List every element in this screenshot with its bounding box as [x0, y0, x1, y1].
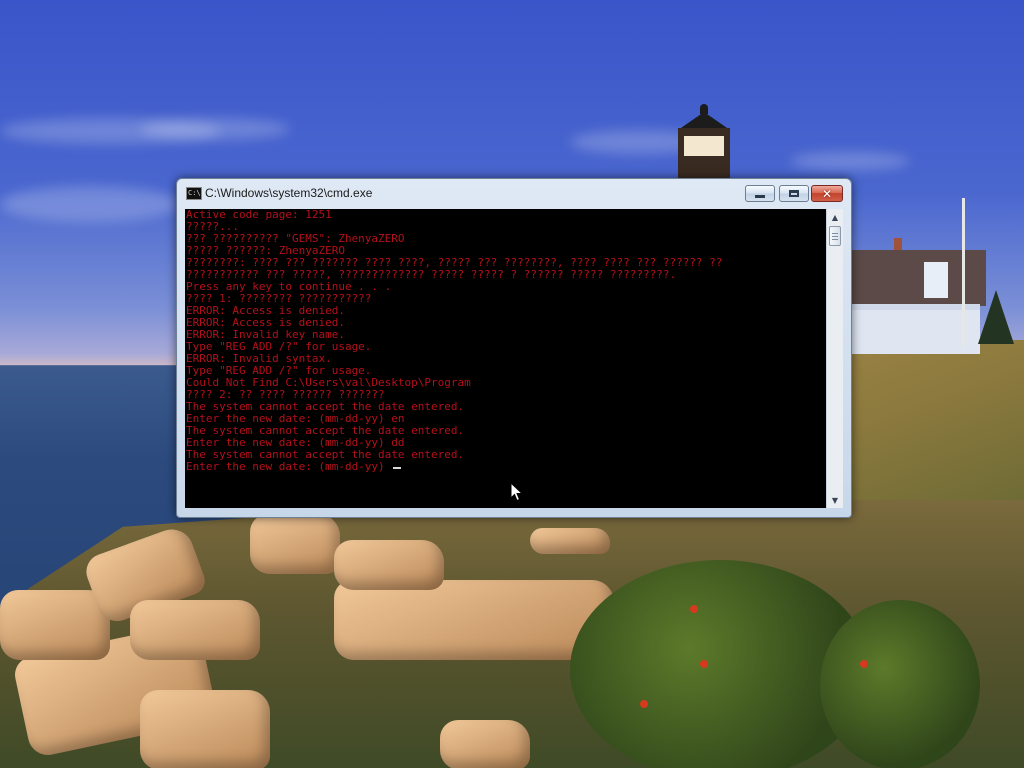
wallpaper-rock [250, 514, 340, 574]
wallpaper-rock [130, 600, 260, 660]
wallpaper-flower [860, 660, 868, 668]
wallpaper-rock [140, 690, 270, 768]
console-line: Active code page: 1251 [186, 209, 332, 221]
vertical-scrollbar[interactable]: ▲ ▼ [826, 209, 843, 508]
wallpaper-cloud [140, 118, 290, 140]
wallpaper-cloud [790, 152, 910, 170]
wallpaper-bush [820, 600, 980, 768]
wallpaper-cloud [0, 186, 180, 222]
cmd-window[interactable]: C:\ C:\Windows\system32\cmd.exe ✕ Active… [176, 178, 852, 518]
minimize-icon [755, 195, 765, 198]
minimize-button[interactable] [745, 185, 775, 202]
lighthouse-lantern [684, 136, 724, 156]
grip-line [832, 233, 838, 234]
house-dormer [924, 262, 948, 298]
text-cursor [393, 467, 402, 469]
maximize-icon [789, 190, 799, 197]
console-prompt: Enter the new date: (mm-dd-yy) [186, 460, 392, 473]
grip-line [832, 239, 838, 240]
console-prompt-line[interactable]: Enter the new date: (mm-dd-yy) [186, 461, 722, 473]
window-title: C:\Windows\system32\cmd.exe [205, 186, 373, 200]
grip-line [832, 236, 838, 237]
wallpaper-rock [440, 720, 530, 768]
close-icon: ✕ [821, 186, 833, 201]
close-button[interactable]: ✕ [811, 185, 843, 202]
scroll-thumb[interactable] [829, 226, 841, 246]
maximize-button[interactable] [779, 185, 809, 202]
wallpaper-rock [334, 540, 444, 590]
flagpole [962, 198, 965, 346]
console-lines: Active code page: 1251 ?????... ??? ????… [186, 209, 722, 473]
wallpaper-rock [0, 590, 110, 660]
pine-tree [978, 290, 1014, 344]
house-roof [852, 250, 986, 306]
wallpaper-rock [530, 528, 610, 554]
wallpaper-flower [700, 660, 708, 668]
house-wall [852, 304, 980, 354]
wallpaper-flower [640, 700, 648, 708]
scroll-down-arrow-icon[interactable]: ▼ [827, 492, 843, 508]
mouse-pointer-icon [510, 482, 524, 502]
wallpaper-flower [690, 605, 698, 613]
title-bar[interactable]: C:\ C:\Windows\system32\cmd.exe ✕ [177, 179, 851, 207]
console-icon[interactable]: C:\ [186, 187, 202, 200]
desktop-wallpaper: C:\ C:\Windows\system32\cmd.exe ✕ Active… [0, 0, 1024, 768]
console-output[interactable]: Active code page: 1251 ?????... ??? ????… [185, 209, 826, 508]
scroll-up-arrow-icon[interactable]: ▲ [827, 209, 843, 225]
